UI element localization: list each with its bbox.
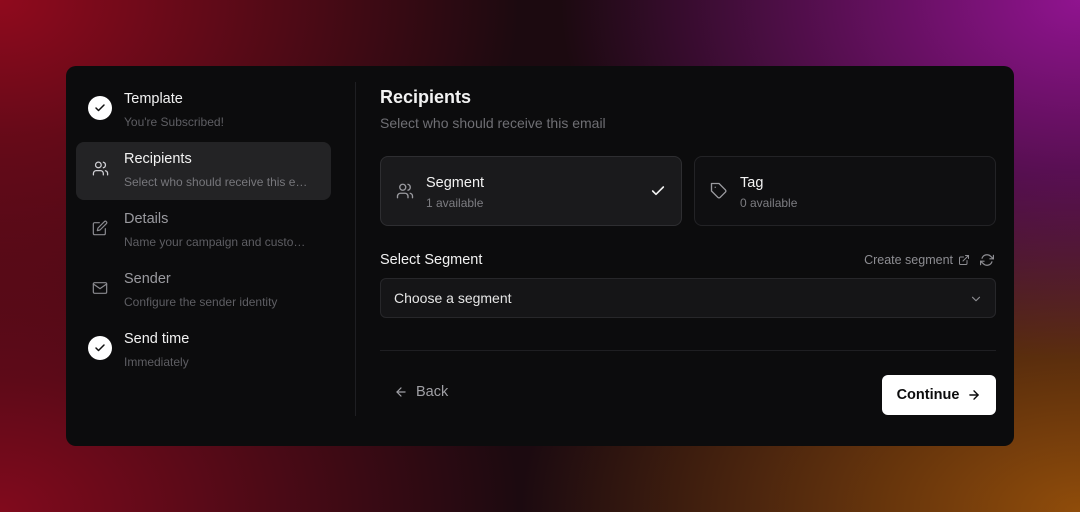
- mail-icon: [88, 276, 112, 300]
- segment-select[interactable]: Choose a segment: [380, 278, 996, 318]
- option-subtitle: 0 available: [740, 196, 798, 210]
- arrow-right-icon: [967, 388, 981, 402]
- step-template[interactable]: Template You're Subscribed!: [76, 82, 331, 140]
- horizontal-divider: [380, 350, 996, 351]
- create-segment-link[interactable]: Create segment: [864, 253, 970, 267]
- check-icon: [650, 183, 666, 199]
- step-recipients[interactable]: Recipients Select who should receive thi…: [76, 142, 331, 200]
- create-segment-label: Create segment: [864, 253, 953, 267]
- edit-icon: [88, 216, 112, 240]
- option-subtitle: 1 available: [426, 196, 484, 210]
- step-details[interactable]: Details Name your campaign and custo…: [76, 202, 331, 260]
- step-title: Sender: [124, 271, 171, 287]
- arrow-left-icon: [394, 385, 408, 399]
- continue-button[interactable]: Continue: [882, 375, 996, 415]
- users-icon: [88, 156, 112, 180]
- option-segment[interactable]: Segment 1 available: [380, 156, 682, 226]
- step-title: Send time: [124, 331, 190, 347]
- users-icon: [396, 182, 414, 200]
- steps-sidebar: Template You're Subscribed! Recipients S…: [76, 82, 331, 382]
- step-sender[interactable]: Sender Configure the sender identity: [76, 262, 331, 320]
- field-actions: Create segment: [864, 253, 994, 267]
- step-subtitle: Select who should receive this e…: [124, 175, 308, 189]
- step-subtitle: Configure the sender identity: [124, 295, 278, 309]
- campaign-wizard-card: Template You're Subscribed! Recipients S…: [66, 66, 1014, 446]
- step-send-time[interactable]: Send time Immediately: [76, 322, 331, 380]
- check-icon: [88, 96, 112, 120]
- step-subtitle: Immediately: [124, 355, 189, 369]
- back-label: Back: [416, 384, 449, 400]
- check-icon: [88, 336, 112, 360]
- segment-field-label: Select Segment: [380, 252, 483, 268]
- vertical-divider: [355, 82, 356, 416]
- page-title: Recipients: [380, 87, 472, 107]
- step-subtitle: Name your campaign and custo…: [124, 235, 306, 249]
- step-title: Recipients: [124, 151, 192, 167]
- page-subtitle: Select who should receive this email: [380, 115, 606, 131]
- step-title: Template: [124, 91, 183, 107]
- option-tag[interactable]: Tag 0 available: [694, 156, 996, 226]
- step-subtitle: You're Subscribed!: [124, 115, 224, 129]
- segment-select-placeholder: Choose a segment: [394, 290, 512, 306]
- chevron-down-icon: [969, 292, 983, 306]
- option-title: Segment: [426, 175, 485, 191]
- external-link-icon: [958, 254, 970, 266]
- option-title: Tag: [740, 175, 764, 191]
- step-title: Details: [124, 211, 169, 227]
- continue-label: Continue: [896, 387, 960, 403]
- refresh-icon[interactable]: [980, 253, 994, 267]
- tag-icon: [710, 182, 728, 200]
- back-button[interactable]: Back: [394, 384, 448, 400]
